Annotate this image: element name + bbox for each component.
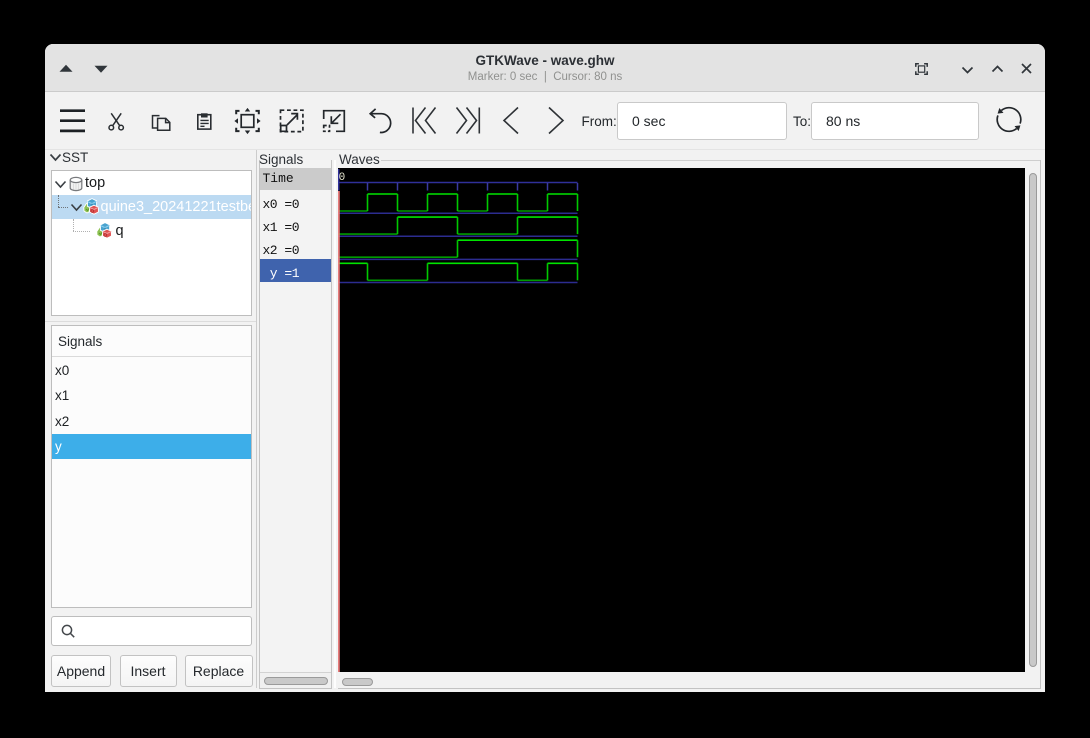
svg-text:0: 0 (339, 172, 346, 184)
